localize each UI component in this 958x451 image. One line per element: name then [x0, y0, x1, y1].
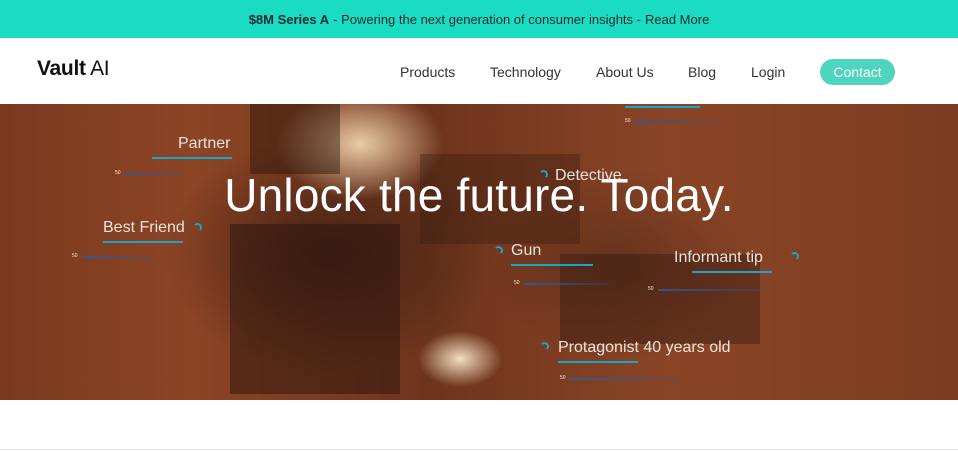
hero-shadow-block	[250, 104, 340, 174]
tag-detective: Detective	[555, 167, 622, 185]
meter-label: 50	[625, 118, 631, 124]
meter-label: 50	[514, 280, 520, 286]
tag-underline	[692, 271, 772, 273]
meter-bar	[658, 289, 763, 291]
tag-partner-label: Partner	[178, 135, 231, 152]
spinner-icon	[539, 170, 548, 179]
tag-underline	[152, 157, 232, 159]
tag-informant-tip: Informant tip	[674, 249, 772, 273]
logo-word: Vault	[37, 57, 86, 80]
read-more-link[interactable]: Read More	[645, 12, 709, 27]
tag-meter: 50	[625, 118, 725, 126]
hero-banner: Unlock the future. Today. Partner 50 Det…	[0, 104, 958, 400]
tag-underline	[625, 106, 700, 108]
spinner-icon	[494, 246, 503, 255]
tag-meter: 50	[72, 253, 162, 261]
meter-label: 50	[560, 375, 566, 381]
spinner-icon	[193, 223, 202, 232]
nav-blog[interactable]: Blog	[688, 64, 716, 80]
nav-products[interactable]: Products	[400, 64, 455, 80]
nav-technology[interactable]: Technology	[490, 64, 561, 80]
meter-label: 50	[648, 286, 654, 292]
meter-label: 50	[72, 253, 78, 259]
tag-underline	[511, 264, 593, 266]
logo-suffix: AI	[90, 57, 110, 80]
section-divider	[0, 449, 958, 450]
tag-best-friend: Best Friend	[103, 219, 185, 243]
tag-gun-label: Gun	[511, 242, 542, 259]
meter-bar	[570, 378, 680, 380]
vault-ai-logo[interactable]: Vault AI	[37, 57, 110, 81]
tag-meter: 50	[560, 375, 685, 383]
meter-bar	[125, 173, 185, 175]
hero-shadow-block	[230, 224, 400, 394]
tag-gun: Gun	[511, 242, 593, 266]
tag-meter: 50	[648, 286, 768, 294]
meter-bar	[635, 121, 720, 123]
top-navigation: Vault AI Products Technology About Us Bl…	[0, 38, 958, 104]
tag-protagonist: Protagonist 40 years old	[558, 339, 731, 363]
announcement-highlight: $8M Series A	[248, 11, 330, 27]
tag-best-friend-label: Best Friend	[103, 219, 185, 236]
tag-informant-tip-label: Informant tip	[674, 249, 763, 266]
tag-meter: 50	[115, 170, 195, 178]
contact-button[interactable]: Contact	[820, 59, 895, 85]
meter-bar	[82, 256, 157, 258]
meter-bar	[524, 283, 609, 285]
nav-about-us[interactable]: About Us	[596, 64, 654, 80]
tag-detective-label: Detective	[555, 167, 622, 184]
tag-partner: Partner	[152, 135, 232, 159]
announcement-bar: $8M Series A - Powering the next generat…	[0, 0, 958, 38]
nav-login[interactable]: Login	[751, 64, 785, 80]
tag-underline	[558, 361, 638, 363]
spinner-icon	[790, 252, 799, 261]
meter-label: 50	[115, 170, 121, 176]
tag-underline	[103, 241, 183, 243]
tag-protagonist-label: Protagonist 40 years old	[558, 339, 731, 356]
spinner-icon	[540, 342, 549, 351]
hero-shadow-block	[560, 254, 760, 344]
announcement-text: - Powering the next generation of consum…	[333, 11, 641, 27]
tag-meter: 50	[514, 280, 614, 288]
